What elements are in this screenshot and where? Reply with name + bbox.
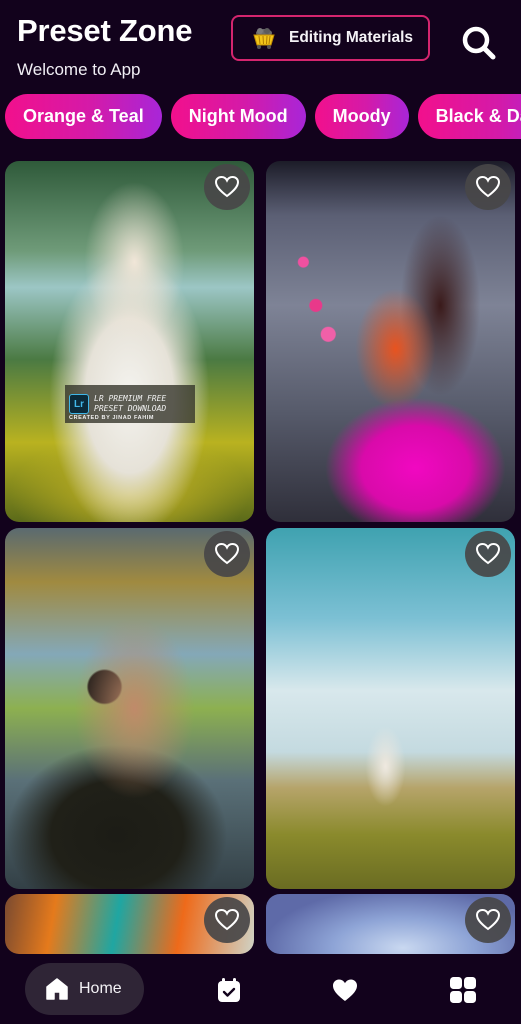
welcome-subtitle: Welcome to App [17, 60, 141, 79]
nav-categories[interactable] [449, 976, 477, 1004]
mining-cart-icon [251, 26, 277, 50]
watermark-line-3: CREATED BY JINAD FAHIM [69, 415, 155, 421]
category-chips: Orange & Teal Night Mood Moody Black & D… [0, 94, 521, 140]
lightroom-logo-icon: Lr [69, 394, 89, 414]
heart-outline-icon [214, 542, 240, 565]
bottom-navigation: Home [0, 954, 521, 1024]
nav-home[interactable]: Home [25, 963, 144, 1015]
heart-outline-icon [214, 908, 240, 931]
chip-orange-teal[interactable]: Orange & Teal [5, 94, 162, 139]
watermark-text: LR PREMIUM FREE PRESET DOWNLOAD [94, 394, 166, 414]
preset-card[interactable] [266, 528, 515, 889]
favorite-button[interactable] [204, 897, 250, 943]
favorite-button[interactable] [465, 897, 511, 943]
preset-card[interactable] [5, 528, 254, 889]
favorite-button[interactable] [204, 164, 250, 210]
nav-favorites[interactable] [331, 976, 359, 1004]
chip-night-mood[interactable]: Night Mood [170, 94, 306, 139]
app-header: Preset Zone Welcome to App Editing Mater… [0, 0, 521, 90]
heart-outline-icon [475, 908, 501, 931]
preset-card[interactable]: Lr LR PREMIUM FREE PRESET DOWNLOAD CREAT… [5, 161, 254, 522]
preset-image [5, 161, 254, 522]
preset-image [266, 161, 515, 522]
watermark-line-2: PRESET DOWNLOAD [94, 404, 167, 413]
watermark: Lr LR PREMIUM FREE PRESET DOWNLOAD CREAT… [65, 385, 195, 423]
heart-outline-icon [475, 175, 501, 198]
favorite-button[interactable] [465, 531, 511, 577]
editing-materials-button[interactable]: Editing Materials [231, 15, 430, 61]
favorite-button[interactable] [204, 531, 250, 577]
home-icon [46, 978, 68, 1000]
chip-black-dark[interactable]: Black & Dark [417, 94, 521, 139]
nav-home-label: Home [79, 980, 122, 997]
app-title: Preset Zone [17, 13, 193, 48]
heart-outline-icon [214, 175, 240, 198]
editing-materials-label: Editing Materials [289, 29, 414, 46]
watermark-line-1: LR PREMIUM FREE [94, 394, 167, 403]
heart-icon [333, 979, 357, 1001]
grid-icon [450, 977, 476, 1003]
preset-grid: Lr LR PREMIUM FREE PRESET DOWNLOAD CREAT… [0, 161, 521, 954]
preset-card[interactable] [266, 161, 515, 522]
favorite-button[interactable] [465, 164, 511, 210]
nav-calendar[interactable] [215, 976, 243, 1004]
preset-image [266, 528, 515, 889]
search-icon[interactable] [460, 24, 498, 62]
heart-outline-icon [475, 542, 501, 565]
preset-card[interactable] [266, 894, 515, 954]
preset-image [5, 528, 254, 889]
calendar-check-icon [218, 978, 240, 1002]
chip-moody[interactable]: Moody [314, 94, 409, 139]
preset-card[interactable] [5, 894, 254, 954]
